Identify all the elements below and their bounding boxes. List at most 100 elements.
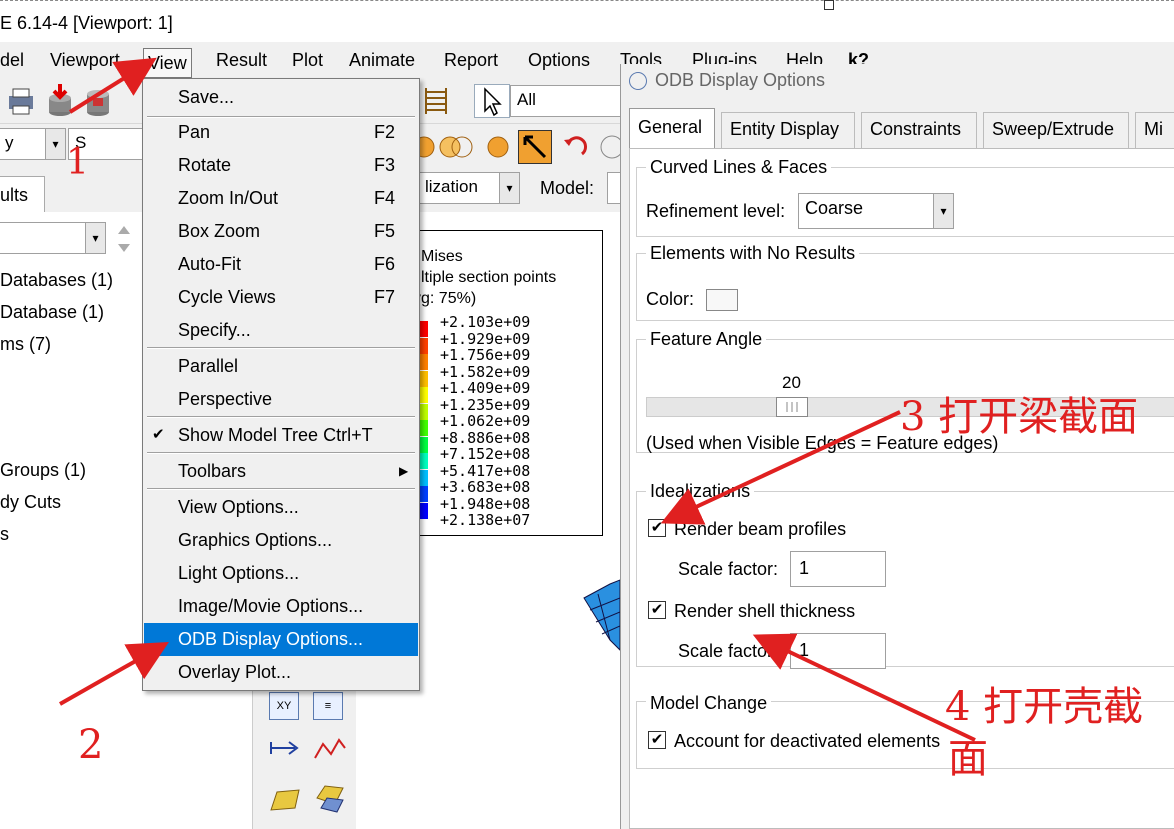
account-deactivated-checkbox[interactable]: ✔: [648, 731, 666, 749]
module-select-value: lization: [425, 177, 478, 196]
menu-item-pan[interactable]: Pan F2: [144, 116, 418, 149]
module-select-combo[interactable]: lization ▾: [418, 172, 520, 204]
refinement-level-value: Coarse: [805, 198, 864, 218]
menu-item-image-movie-options[interactable]: Image/Movie Options...: [144, 590, 418, 623]
menu-item-specify[interactable]: Specify...: [144, 314, 418, 347]
tab-entity-display[interactable]: Entity Display: [721, 112, 855, 148]
menu-item-perspective[interactable]: Perspective: [144, 383, 418, 416]
tab-general[interactable]: General: [629, 108, 715, 148]
menu-result[interactable]: Result: [216, 50, 267, 71]
spinner-icon[interactable]: [116, 222, 132, 256]
menu-item-cycle-views[interactable]: Cycle Views F7: [144, 281, 418, 314]
tree-item-streams[interactable]: s: [0, 524, 9, 545]
chevron-down-icon: ▾: [45, 129, 65, 159]
tab-results-label: ults: [0, 185, 29, 205]
menu-item-label: Pan: [178, 122, 211, 142]
menu-item-label: Light Options...: [178, 563, 300, 583]
menu-item-light-options[interactable]: Light Options...: [144, 557, 418, 590]
query-probe-icon[interactable]: [518, 130, 552, 164]
menu-animate[interactable]: Animate: [349, 50, 415, 71]
menu-item-label: ODB Display Options...: [178, 629, 364, 649]
render-style-icons[interactable]: [410, 132, 520, 162]
legend-value: +1.582e+09: [440, 362, 531, 381]
legend-color-swatch: [420, 354, 428, 370]
report-icon[interactable]: ≡: [313, 692, 343, 720]
refinement-level-select[interactable]: Coarse ▾: [798, 193, 954, 229]
model-combo[interactable]: [607, 172, 621, 204]
menu-item-shortcut: F2: [374, 122, 396, 142]
tab-label: General: [638, 117, 703, 137]
print-icon[interactable]: [6, 86, 36, 116]
menu-model[interactable]: del: [0, 50, 24, 71]
xy-data-table-icon[interactable]: XY: [269, 692, 299, 720]
menu-viewport[interactable]: Viewport: [50, 50, 120, 71]
tree-item-display-groups[interactable]: Groups (1): [0, 460, 86, 481]
menu-item-shortcut: F5: [374, 221, 396, 241]
menu-item-label: Image/Movie Options...: [178, 596, 364, 616]
menu-item-rotate[interactable]: Rotate F3: [144, 149, 418, 182]
color-swatch-button[interactable]: [706, 289, 738, 311]
render-beam-profiles-checkbox[interactable]: ✔: [648, 519, 666, 537]
ruler-icon[interactable]: [420, 86, 452, 116]
surface-plot-icon[interactable]: [269, 786, 303, 816]
legend-value: +1.409e+09: [440, 379, 531, 397]
submenu-arrow-icon: ▶: [399, 464, 409, 478]
legend-value: +7.152e+08: [440, 445, 531, 463]
chevron-down-icon: ▾: [499, 173, 519, 203]
shell-scale-factor-input[interactable]: 1: [790, 633, 886, 669]
xy-plot-icon[interactable]: [313, 734, 347, 764]
menu-plot[interactable]: Plot: [292, 50, 323, 71]
menu-item-zoom[interactable]: Zoom In/Out F4: [144, 182, 418, 215]
menu-item-box-zoom[interactable]: Box Zoom F5: [144, 215, 418, 248]
tree-filter-combo[interactable]: ▾: [0, 222, 106, 254]
beam-scale-factor-input[interactable]: 1: [790, 551, 886, 587]
tree-item-output-databases[interactable]: Databases (1): [0, 270, 113, 291]
menu-item-label: Save...: [178, 87, 235, 107]
feature-angle-slider-thumb[interactable]: [776, 397, 808, 417]
tree-item-output-database[interactable]: Database (1): [0, 302, 104, 323]
tab-mirror-pattern[interactable]: Mi: [1135, 112, 1174, 148]
menu-view[interactable]: View: [143, 48, 192, 78]
tree-item-free-body-cuts[interactable]: dy Cuts: [0, 492, 61, 513]
menu-item-toolbars[interactable]: Toolbars ▶: [144, 455, 418, 488]
render-beam-profiles-label: Render beam profiles: [674, 519, 847, 539]
stream-plot-icon[interactable]: [313, 780, 347, 816]
resize-handle[interactable]: [824, 0, 834, 10]
selection-filter-combo[interactable]: All: [510, 85, 620, 117]
menu-item-overlay-plot[interactable]: Overlay Plot...: [144, 656, 418, 689]
model-mesh-fragment: [583, 579, 620, 651]
selection-filter-value: All: [517, 90, 536, 109]
menu-item-save[interactable]: Save...: [144, 81, 418, 114]
menu-item-shortcut: F6: [374, 254, 396, 274]
menu-item-label: Toolbars: [178, 461, 247, 481]
menu-item-label: Zoom In/Out: [178, 188, 279, 208]
menu-item-parallel[interactable]: Parallel: [144, 350, 418, 383]
menu-item-label: Overlay Plot...: [178, 662, 292, 682]
module-combo[interactable]: y ▾: [0, 128, 66, 160]
tab-sweep-extrude[interactable]: Sweep/Extrude: [983, 112, 1129, 148]
database-open-icon[interactable]: [46, 84, 74, 118]
menu-item-graphics-options[interactable]: Graphics Options...: [144, 524, 418, 557]
menu-item-odb-display-options[interactable]: ODB Display Options...: [144, 623, 418, 656]
legend-value: +1.929e+09: [440, 329, 531, 348]
view-circle-icon[interactable]: [598, 132, 622, 162]
menu-item-auto-fit[interactable]: Auto-Fit F6: [144, 248, 418, 281]
menu-report[interactable]: Report: [444, 50, 498, 71]
path-icon[interactable]: [269, 734, 303, 764]
menu-item-view-options[interactable]: View Options...: [144, 491, 418, 524]
menu-options[interactable]: Options: [528, 50, 590, 71]
annotation-step-3: 3 打开梁截面: [900, 394, 1139, 440]
legend-color-swatch: [420, 321, 428, 337]
menu-item-show-model-tree[interactable]: ✔ Show Model Tree Ctrl+T: [144, 419, 418, 452]
legend-value: +2.103e+09: [440, 313, 531, 331]
tab-label: Mi: [1144, 119, 1163, 139]
select-arrow-icon[interactable]: [474, 84, 510, 118]
tab-results[interactable]: ults: [0, 176, 45, 216]
render-shell-thickness-checkbox[interactable]: ✔: [648, 601, 666, 619]
tab-constraints[interactable]: Constraints: [861, 112, 977, 148]
undo-icon[interactable]: [560, 132, 590, 162]
group-curved-lines-title: Curved Lines & Faces: [646, 157, 832, 178]
tree-item-spectrums[interactable]: ms (7): [0, 334, 51, 355]
legend-value: +8.886e+08: [440, 428, 531, 447]
database-save-icon[interactable]: [84, 84, 112, 118]
